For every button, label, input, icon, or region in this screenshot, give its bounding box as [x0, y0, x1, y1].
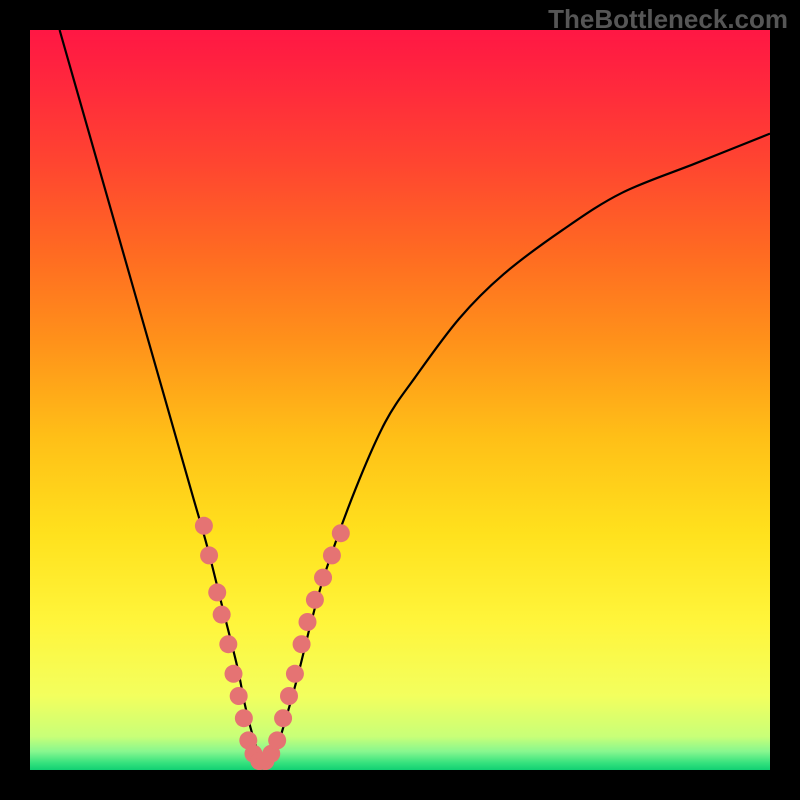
marker-dot	[225, 665, 243, 683]
marker-dot	[280, 687, 298, 705]
marker-dot	[314, 569, 332, 587]
marker-dot	[200, 546, 218, 564]
marker-dot	[332, 524, 350, 542]
marker-dot	[230, 687, 248, 705]
watermark-text: TheBottleneck.com	[548, 4, 788, 35]
marker-dot	[286, 665, 304, 683]
marker-dot	[195, 517, 213, 535]
marker-dot	[306, 591, 324, 609]
marker-dot	[274, 709, 292, 727]
marker-dot	[219, 635, 237, 653]
marker-dot	[323, 546, 341, 564]
marker-dot	[213, 606, 231, 624]
marker-dot	[235, 709, 253, 727]
marker-dot	[299, 613, 317, 631]
plot-area	[30, 30, 770, 770]
marker-dot	[208, 583, 226, 601]
marker-dot	[293, 635, 311, 653]
chart-frame: TheBottleneck.com	[0, 0, 800, 800]
chart-svg	[30, 30, 770, 770]
marker-dot	[268, 731, 286, 749]
